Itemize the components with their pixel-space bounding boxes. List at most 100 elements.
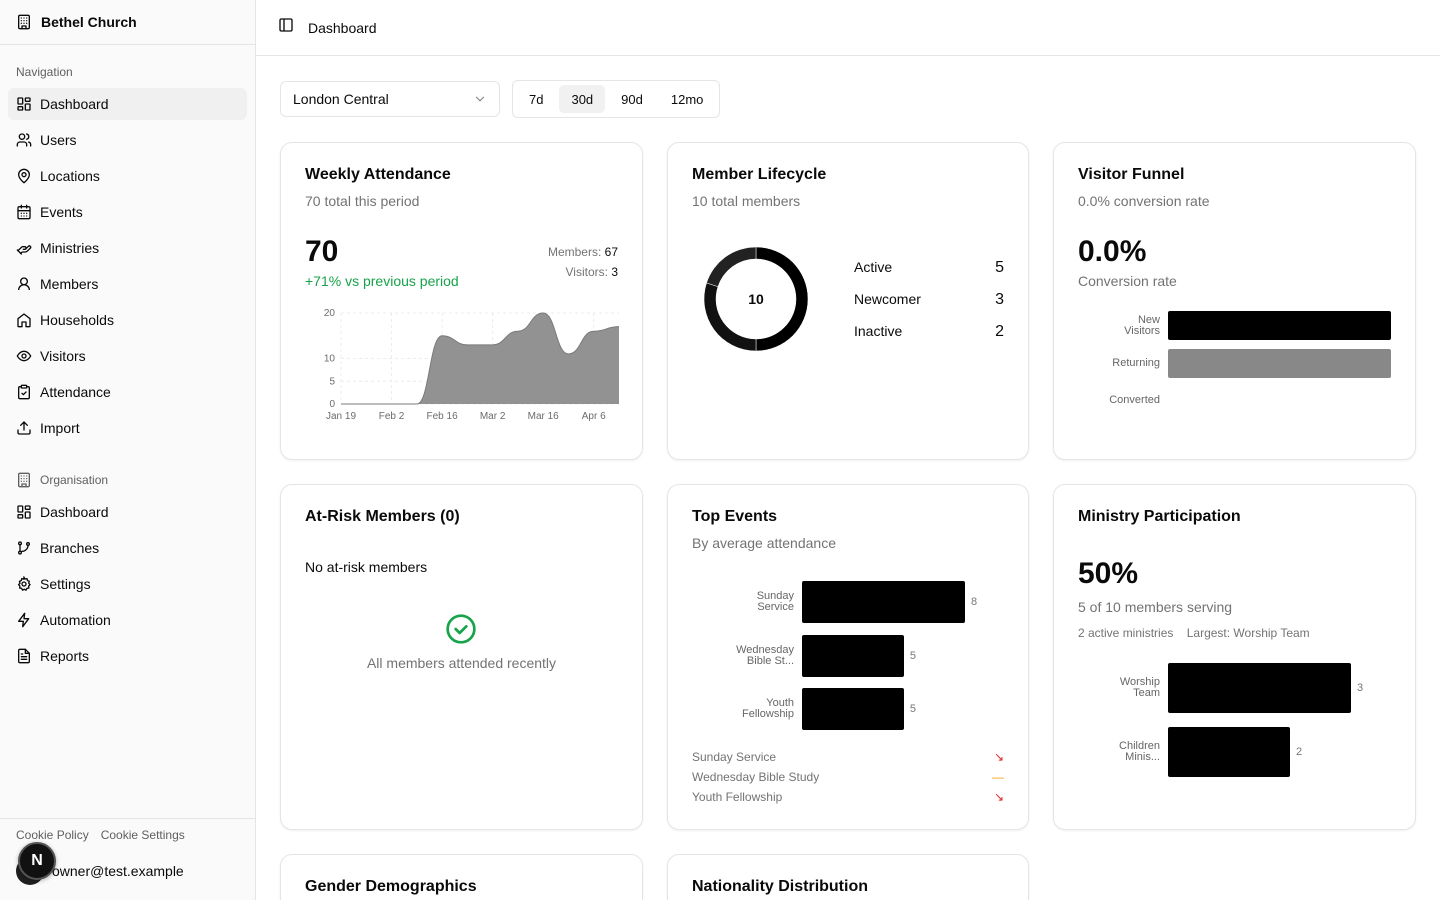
sidebar-item-import[interactable]: Import [8,412,247,444]
legend-value: 5 [995,259,1004,276]
sidebar-item-label: Branches [40,540,100,556]
attendance-breakdown: Members: 67 Visitors: 3 [548,245,618,279]
trend-flat-icon: — [992,770,1004,784]
cookie-settings-link[interactable]: Cookie Settings [101,828,185,842]
sidebar-item-org-dashboard[interactable]: Dashboard [8,496,247,528]
bar [1168,348,1391,378]
dashboard-main: London Central 7d 30d 90d 12mo Weekly At… [256,56,1440,900]
sidebar-item-attendance[interactable]: Attendance [8,376,247,408]
sidebar-item-reports[interactable]: Reports [8,640,247,672]
building-icon [18,472,30,488]
org-nav: Dashboard Branches Settings Automation R… [0,496,255,672]
sidebar-item-locations[interactable]: Locations [8,160,247,192]
top-header: Dashboard [256,0,1440,56]
card-subtitle: 70 total this period [305,193,420,209]
y-tick-label: 0 [329,399,335,410]
attendance-area [341,313,619,404]
sidebar-item-households[interactable]: Households [8,304,247,336]
lifecycle-legend-newcomer: Newcomer 3 [854,291,1004,309]
bar [1168,727,1290,777]
attendance-total: 70 [305,235,339,268]
user-icon [18,277,30,291]
donut-slice [755,246,809,352]
attendance-change: +71% vs previous period [305,273,459,289]
main-nav: Dashboard Users Locations Events Ministr… [0,88,255,444]
range-30d-button[interactable]: 30d [559,85,606,113]
nav-group-label: Navigation [16,65,73,79]
sidebar-item-label: Import [40,420,80,436]
bar-value-label: 5 [909,649,916,662]
sidebar-item-settings[interactable]: Settings [8,568,247,600]
building-icon [18,14,30,30]
range-12mo-button[interactable]: 12mo [659,85,716,113]
bar [802,581,965,623]
sidebar: Bethel Church Navigation Dashboard Users… [0,0,256,900]
bar-value-label: 5 [909,703,916,715]
events-bar-chart: Sunday Service 8 Wednesday Bible St... 5 Youth… [668,575,1030,735]
active-ministries: 2 active ministries [1078,626,1174,640]
bar-category-label: Wednesday Bible St... [736,643,794,667]
bar-category-label: Sunday Service [756,590,794,613]
sidebar-item-label: Ministries [40,240,100,256]
visitor-funnel-card: Visitor Funnel 0.0% conversion rate 0.0%… [1053,142,1416,460]
donut-center-value: 10 [748,291,764,307]
bar-category-label: Children Minis... [1119,740,1160,763]
ministry-percent: 50% [1078,557,1139,590]
sidebar-item-automation[interactable]: Automation [8,604,247,636]
legend-label: Active [854,259,893,275]
bar [802,688,904,730]
sidebar-item-dashboard[interactable]: Dashboard [8,88,247,120]
card-title: Member Lifecycle [692,166,827,183]
visitors-value: 3 [611,265,618,279]
chevron-down-icon [475,96,485,102]
sidebar-item-label: Automation [40,612,111,628]
legend-value: 3 [995,291,1004,308]
x-tick-label: Mar 2 [480,411,506,422]
home-icon [17,313,31,328]
eye-icon [16,350,32,362]
dashboard-icon [17,97,31,111]
donut-slice [706,246,757,287]
sidebar-item-label: Members [40,276,99,292]
range-7d-button[interactable]: 7d [517,85,555,113]
zap-icon [18,612,30,628]
range-90d-button[interactable]: 90d [609,85,655,113]
nationality-distribution-card: Nationality Distribution [667,854,1029,900]
card-subtitle: 0.0% conversion rate [1078,193,1210,209]
lifecycle-legend-inactive: Inactive 2 [854,323,1004,341]
event-trend-row: Sunday Service ↘ [692,750,1004,764]
bar-category-label: New Visitors [1124,313,1160,337]
event-name: Sunday Service [692,750,777,764]
ministry-participation-card: Ministry Participation 50% 5 of 10 membe… [1053,484,1416,830]
card-title: Ministry Participation [1078,508,1241,525]
dev-tools-badge[interactable]: N [18,842,56,880]
users-icon [16,133,32,147]
at-risk-card: At-Risk Members (0) No at-risk members A… [280,484,643,830]
trend-down-icon: ↘ [993,750,1004,764]
date-range-toggle: 7d 30d 90d 12mo [512,80,721,118]
largest-ministry: Largest: Worship Team [1186,626,1310,640]
sidebar-item-events[interactable]: Events [8,196,247,228]
event-trend-row: Wednesday Bible Study — [692,770,1004,784]
sidebar-item-visitors[interactable]: Visitors [8,340,247,372]
sidebar-item-label: Events [40,204,83,220]
weekly-attendance-card: Weekly Attendance 70 total this period 7… [280,142,643,460]
sidebar-item-users[interactable]: Users [8,124,247,156]
x-tick-label: Jan 19 [326,411,356,422]
x-tick-label: Apr 6 [582,411,606,422]
sidebar-item-ministries[interactable]: Ministries [8,232,247,264]
org-switcher[interactable]: Bethel Church [0,0,255,45]
sidebar-toggle-button[interactable] [278,17,294,38]
cookie-policy-link[interactable]: Cookie Policy [16,828,89,842]
sidebar-item-branches[interactable]: Branches [8,532,247,564]
top-events-card: Top Events By average attendance Sunday S… [667,484,1029,830]
org-group-label-text: Organisation [40,473,109,487]
sidebar-item-label: Visitors [40,348,86,364]
lifecycle-donut-chart: 10 [703,246,809,352]
location-select[interactable]: London Central [280,81,500,117]
bar [802,634,904,677]
bar-category-label: Returning [1112,356,1160,369]
visitors-label: Visitors: [565,265,608,279]
sidebar-item-members[interactable]: Members [8,268,247,300]
conversion-rate: 0.0% [1078,235,1147,268]
